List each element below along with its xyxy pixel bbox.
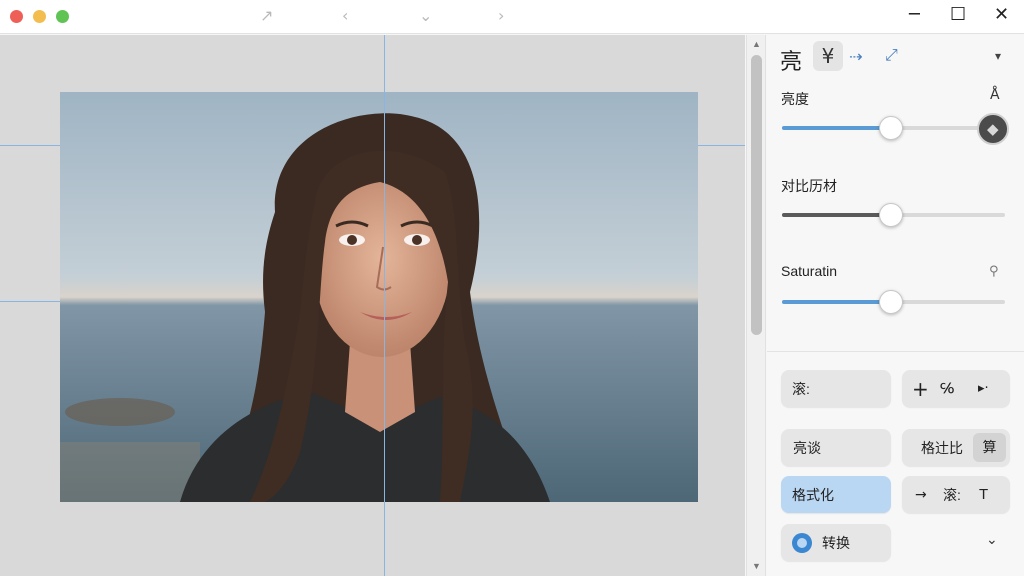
scroll-down-icon[interactable]: ▼ xyxy=(752,561,761,571)
plus-icon[interactable]: + xyxy=(912,377,940,401)
dropdown-chevron-icon[interactable]: ⌄ xyxy=(419,6,432,25)
brightness-preset-button[interactable]: 亮谈 xyxy=(781,429,891,466)
format-button-label: 格式化 xyxy=(792,486,834,503)
contrast-slider-fill xyxy=(782,213,892,217)
scroll-button-label: 滚: xyxy=(792,380,810,397)
percent-icon[interactable]: ℅ xyxy=(940,381,978,397)
horizontal-guide-line-top-left[interactable] xyxy=(0,145,60,146)
yen-tool-icon[interactable]: ¥ xyxy=(813,41,843,71)
slider-label-contrast: 对比历材 xyxy=(781,178,837,194)
format-compare-label: 格辻比 xyxy=(921,439,963,456)
saturation-slider-fill xyxy=(782,300,892,304)
transform-tool-icon[interactable]: ⤢ xyxy=(885,45,898,65)
arrow-right-icon[interactable]: → xyxy=(915,487,943,503)
vertical-scrollbar[interactable]: ▲ ▼ xyxy=(746,35,766,576)
expand-arrow-icon[interactable]: ↗ xyxy=(260,6,273,25)
close-icon[interactable]: ✕ xyxy=(994,4,1009,25)
chevron-down-icon[interactable]: ⌄ xyxy=(986,532,998,548)
scroll-up-icon[interactable]: ▲ xyxy=(752,39,761,49)
title-bar: ↗ ‹ ⌄ › ─ ☐ ✕ xyxy=(0,0,1024,34)
vertical-guide-line[interactable] xyxy=(384,35,385,576)
panel-menu-caret-icon[interactable]: ▾ xyxy=(995,49,1001,63)
sparkle-icon: ◆ xyxy=(987,120,999,138)
auto-enhance-button[interactable]: ◆ xyxy=(977,113,1009,145)
close-dot[interactable] xyxy=(10,10,23,23)
maximize-icon[interactable]: ☐ xyxy=(950,4,966,25)
play-icon[interactable]: ▸· xyxy=(978,381,989,396)
horizontal-guide-line-top-right[interactable] xyxy=(698,145,745,146)
panel-title: 亮 xyxy=(780,50,803,75)
brightness-side-icon[interactable]: Å xyxy=(990,87,1000,103)
search-icon[interactable]: ⚲ xyxy=(989,264,999,279)
format-button[interactable]: 格式化 xyxy=(781,476,891,513)
image-canvas[interactable] xyxy=(0,35,745,576)
portrait-image xyxy=(60,92,698,502)
scrollbar-thumb[interactable] xyxy=(751,55,762,335)
convert-button-label: 转换 xyxy=(822,534,850,551)
brightness-slider-knob[interactable] xyxy=(879,116,904,140)
forward-chevron-icon[interactable]: › xyxy=(498,6,504,25)
photo-editor-window: ↗ ‹ ⌄ › ─ ☐ ✕ ▲ ▼ 亮 ¥ ⇢ ⤢ ▾ 亮度 Å ◆ 对比历材 … xyxy=(0,0,1024,576)
compute-badge[interactable]: 算 xyxy=(973,433,1006,462)
horizontal-guide-line-mid[interactable] xyxy=(0,301,60,302)
scroll-button[interactable]: 滚: xyxy=(781,370,891,407)
brightness-slider-fill xyxy=(782,126,892,130)
text-tool-icon[interactable]: T xyxy=(979,486,988,503)
minimize-dot[interactable] xyxy=(33,10,46,23)
minimize-icon[interactable]: ─ xyxy=(909,4,920,25)
add-tools-group[interactable]: + ℅ ▸· xyxy=(902,370,1010,407)
format-compare-button[interactable]: 格辻比 算 xyxy=(902,429,1010,466)
adjustments-panel: 亮 ¥ ⇢ ⤢ ▾ 亮度 Å ◆ 对比历材 Saturatin ⚲ 滚: + ℅… xyxy=(767,35,1024,576)
brightness-preset-label: 亮谈 xyxy=(793,439,821,456)
saturation-slider-knob[interactable] xyxy=(879,290,904,314)
scroll-tool-label[interactable]: 滚: xyxy=(943,485,979,505)
dash-arrow-tool-icon[interactable]: ⇢ xyxy=(849,47,862,66)
back-chevron-icon[interactable]: ‹ xyxy=(342,6,348,25)
convert-button[interactable]: 转换 xyxy=(781,524,891,561)
portrait-photo[interactable] xyxy=(60,92,698,502)
contrast-slider-knob[interactable] xyxy=(879,203,904,227)
circle-icon xyxy=(792,532,812,553)
slider-label-brightness: 亮度 xyxy=(781,91,809,107)
slider-label-saturation: Saturatin xyxy=(781,263,838,279)
text-tools-group[interactable]: → 滚: T xyxy=(902,476,1010,513)
panel-divider xyxy=(767,351,1024,352)
zoom-dot[interactable] xyxy=(56,10,69,23)
